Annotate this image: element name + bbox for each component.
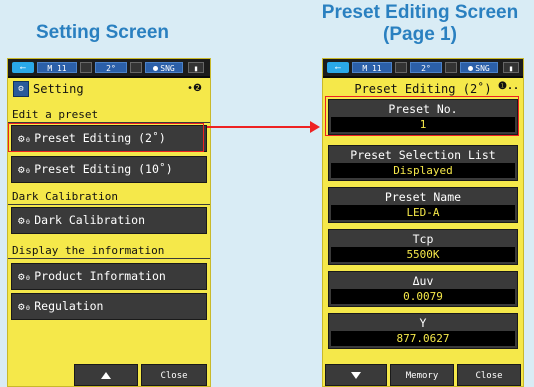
preset-name-field[interactable]: Preset Name LED-A bbox=[328, 187, 518, 223]
product-information-button[interactable]: ⚙₀ Product Information bbox=[11, 263, 207, 290]
setting-screen-caption: Setting Screen bbox=[35, 22, 170, 43]
arrow-head-icon bbox=[310, 121, 320, 133]
setting-screen: ⟵ M 11 2° SNG ▮ ⚙ Setting •❷ Edit a pres… bbox=[7, 58, 211, 387]
section-header-dark-calibration: Dark Calibration bbox=[8, 189, 210, 205]
field-label: Preset Selection List bbox=[350, 148, 496, 162]
page-title: Setting bbox=[33, 82, 84, 96]
field-label: Preset Name bbox=[384, 190, 462, 204]
angle-indicator: 2° bbox=[410, 62, 442, 73]
page-indicator: •❷ bbox=[187, 83, 202, 94]
close-button[interactable]: Close bbox=[457, 364, 521, 386]
transition-arrow bbox=[207, 126, 312, 128]
measure-mode-indicator: SNG bbox=[460, 62, 498, 73]
field-label: Δuv bbox=[412, 274, 434, 288]
page-down-button[interactable] bbox=[325, 364, 387, 386]
page-indicator: ❶.. bbox=[497, 81, 519, 92]
section-header-edit-preset: Edit a preset bbox=[8, 107, 210, 123]
bottom-bar: Memory Close bbox=[323, 364, 523, 386]
highlight-frame-left bbox=[8, 123, 204, 152]
field-value: 0.0079 bbox=[331, 289, 515, 304]
caption-line-1: Preset Editing Screen bbox=[321, 2, 519, 23]
field-value: LED-A bbox=[331, 205, 515, 220]
back-arrow-icon[interactable]: ⟵ bbox=[12, 62, 34, 73]
status-bar: ⟵ M 11 2° SNG ▮ bbox=[8, 59, 210, 78]
dot-icon bbox=[153, 66, 159, 71]
page-up-button[interactable] bbox=[74, 364, 138, 386]
angle-indicator: 2° bbox=[95, 62, 127, 73]
duv-field[interactable]: Δuv 0.0079 bbox=[328, 271, 518, 307]
regulation-button[interactable]: ⚙₀ Regulation bbox=[11, 293, 207, 320]
down-arrow-icon bbox=[351, 372, 361, 379]
up-arrow-icon bbox=[101, 372, 111, 379]
memory-button[interactable]: Memory bbox=[390, 364, 454, 386]
status-slot bbox=[395, 62, 407, 73]
field-value: 877.0627 bbox=[331, 331, 515, 346]
dark-calibration-button[interactable]: ⚙₀ Dark Calibration bbox=[11, 207, 207, 234]
status-slot bbox=[80, 62, 92, 73]
field-label: Tcp bbox=[412, 232, 434, 246]
dot-icon bbox=[468, 66, 474, 71]
field-value: Displayed bbox=[331, 163, 515, 178]
back-arrow-icon[interactable]: ⟵ bbox=[327, 62, 349, 73]
title-row: ⚙ Setting •❷ bbox=[8, 78, 210, 100]
gear-icon: ⚙₀ bbox=[18, 163, 32, 176]
mode-indicator: M 11 bbox=[352, 62, 392, 73]
mode-indicator: M 11 bbox=[37, 62, 77, 73]
preset-editing-10-button[interactable]: ⚙₀ Preset Editing (10˚) bbox=[11, 156, 207, 183]
y-field[interactable]: Y 877.0627 bbox=[328, 313, 518, 349]
gear-icon: ⚙₀ bbox=[18, 300, 32, 313]
caption-line-2: (Page 1) bbox=[383, 24, 457, 45]
highlight-frame-right bbox=[325, 96, 519, 136]
battery-icon: ▮ bbox=[188, 62, 204, 73]
field-label: Y bbox=[419, 316, 427, 330]
close-button[interactable]: Close bbox=[141, 364, 207, 386]
gear-icon: ⚙₀ bbox=[18, 270, 32, 283]
setting-icon: ⚙ bbox=[13, 81, 29, 97]
measure-mode-indicator: SNG bbox=[145, 62, 183, 73]
section-header-display-info: Display the information bbox=[8, 243, 210, 259]
status-bar: ⟵ M 11 2° SNG ▮ bbox=[323, 59, 523, 78]
field-value: 5500K bbox=[331, 247, 515, 262]
gear-icon: ⚙₀ bbox=[18, 214, 32, 227]
status-slot bbox=[130, 62, 142, 73]
bottom-bar: Close bbox=[8, 364, 210, 386]
preset-selection-list-field[interactable]: Preset Selection List Displayed bbox=[328, 145, 518, 181]
preset-editing-screen-caption: Preset Editing Screen (Page 1) bbox=[306, 2, 534, 46]
page-title: Preset Editing (2˚) bbox=[354, 82, 492, 96]
status-slot bbox=[445, 62, 457, 73]
tcp-field[interactable]: Tcp 5500K bbox=[328, 229, 518, 265]
battery-icon: ▮ bbox=[503, 62, 519, 73]
